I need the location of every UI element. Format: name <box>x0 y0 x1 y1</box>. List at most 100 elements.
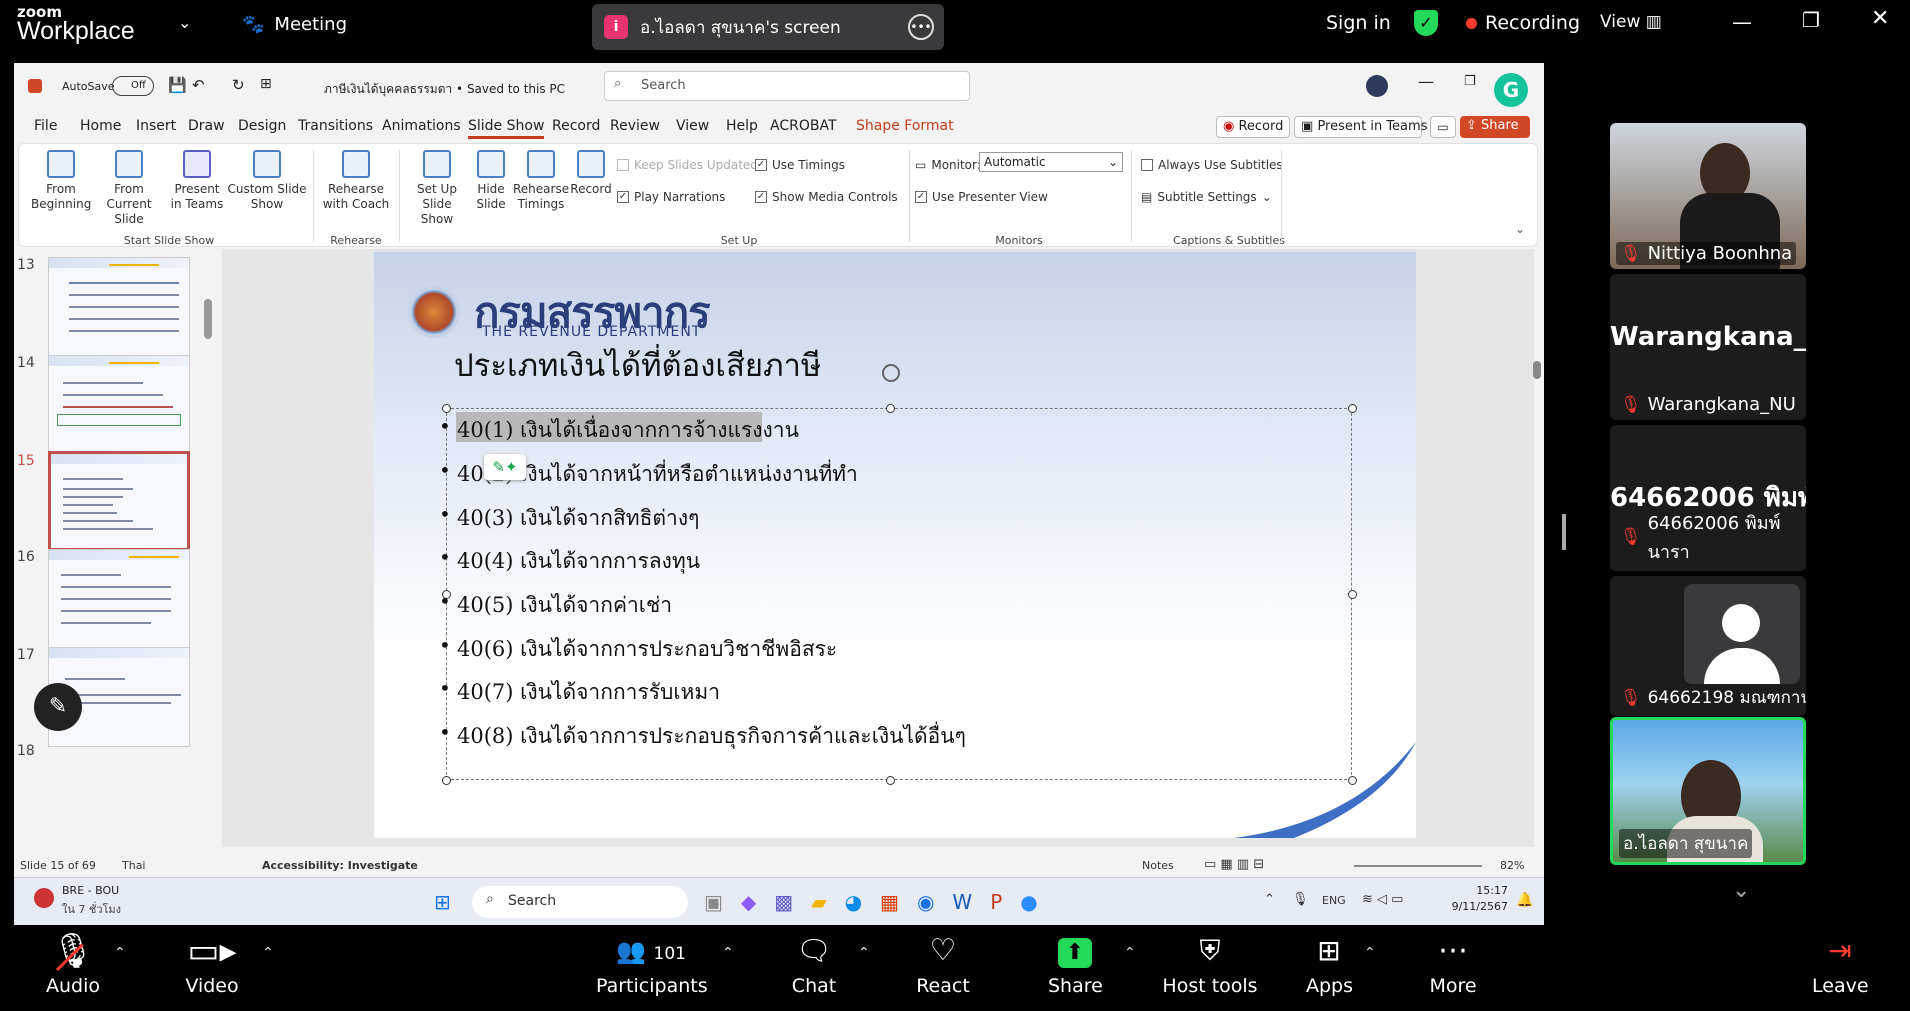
bullet-item[interactable]: 40(4) เงินได้จากการลงทุน <box>439 545 700 578</box>
tab-draw[interactable]: Draw <box>188 118 225 134</box>
video-options-caret[interactable]: ⌃ <box>262 945 274 961</box>
zoom-slider[interactable] <box>1354 865 1482 867</box>
audio-button[interactable]: 🎙 Audio <box>40 927 107 997</box>
bullet-item[interactable]: 40(7) เงินได้จากการรับเหมา <box>439 676 720 709</box>
record-ribbon-button[interactable]: Record <box>569 150 613 197</box>
restore-icon[interactable]: ❐ <box>1802 8 1820 32</box>
redo-icon[interactable]: ↻ <box>232 76 245 94</box>
task-view-icon[interactable]: ▣ <box>704 890 723 914</box>
resize-handle[interactable] <box>1348 590 1357 599</box>
active-speaker-tile[interactable]: อ.ไอลดา สุขนาค <box>1610 717 1806 865</box>
bullet-item[interactable]: 40(5) เงินได้จากค่าเช่า <box>439 589 672 622</box>
file-title[interactable]: ภาษีเงินได้บุคคลธรรมดา • Saved to this P… <box>324 80 565 99</box>
participants-button[interactable]: 👥 101 Participants <box>596 927 708 997</box>
current-slide[interactable]: กรมสรรพากร THE REVENUE DEPARTMENT ประเภท… <box>374 252 1416 838</box>
slide-title[interactable]: ประเภทเงินได้ที่ต้องเสียภาษี <box>454 340 821 390</box>
from-current-slide-button[interactable]: From Current Slide <box>91 150 167 227</box>
use-presenter-view-checkbox[interactable]: ✓ Use Presenter View <box>915 190 1048 204</box>
save-icon[interactable]: 💾 <box>168 76 187 94</box>
resize-handle[interactable] <box>1348 404 1357 413</box>
view-button[interactable]: View ▥ <box>1600 12 1662 32</box>
slide-thumbnail[interactable] <box>48 549 190 649</box>
view-normal-icon[interactable]: ▭ ▦ ▥ ⊟ <box>1204 857 1264 872</box>
tab-help[interactable]: Help <box>726 118 758 134</box>
sign-in-button[interactable]: Sign in <box>1326 12 1391 34</box>
present-in-teams-button[interactable]: ▣ Present in Teams <box>1294 116 1427 138</box>
tab-home[interactable]: Home <box>80 118 121 134</box>
custom-slide-show-button[interactable]: Custom Slide Show <box>227 150 307 212</box>
tab-review[interactable]: Review <box>610 118 660 134</box>
grammarly-icon[interactable]: G <box>1494 73 1528 107</box>
close-icon[interactable]: ✕ <box>1871 6 1889 31</box>
ppt-minimize-icon[interactable]: — <box>1418 72 1434 91</box>
notification-bell-icon[interactable]: 🔔 <box>1516 892 1533 908</box>
set-up-slide-show-button[interactable]: Set Up Slide Show <box>405 150 469 227</box>
present-icon[interactable]: ⊞ <box>260 76 272 92</box>
rehearse-with-coach-button[interactable]: Rehearse with Coach <box>319 150 393 212</box>
notes-button[interactable]: Notes <box>1142 859 1174 872</box>
apps-button[interactable]: ⊞ Apps <box>1306 927 1353 997</box>
clock-time[interactable]: 15:17 <box>1460 884 1508 897</box>
panel-resize-handle[interactable] <box>1562 514 1566 550</box>
participant-tile[interactable]: Warangkana_NU 🎙Warangkana_NU <box>1610 274 1806 420</box>
chevron-down-icon[interactable]: ⌄ <box>178 13 191 32</box>
bullet-item[interactable]: 40(8) เงินได้จากการประกอบธุรกิจการค้าและ… <box>439 720 966 753</box>
security-shield-icon[interactable]: ✓ <box>1414 10 1438 36</box>
tab-insert[interactable]: Insert <box>136 118 176 134</box>
comments-icon[interactable]: ▭ <box>1430 116 1456 138</box>
participant-tile[interactable]: 🎙 Nittiya Boonhna <box>1610 123 1806 269</box>
from-beginning-button[interactable]: From Beginning <box>31 150 91 212</box>
resize-handle[interactable] <box>442 776 451 785</box>
minimize-icon[interactable]: — <box>1732 10 1752 34</box>
tray-chevron-icon[interactable]: ⌃ <box>1264 892 1275 907</box>
ppt-record-button[interactable]: ◉ Record <box>1216 116 1290 138</box>
bullet-item[interactable]: 40(6) เงินได้จากการประกอบวิชาชีพอิสระ <box>439 633 837 666</box>
participant-tile[interactable]: 🎙64662198 มณฑกานต์ เยี่ยงวิ... <box>1610 576 1806 716</box>
wifi-volume-battery-icons[interactable]: ≋ ◁ ▭ <box>1362 892 1403 907</box>
bullet-item[interactable]: 40(1) เงินได้เนื่องจากการจ้างแรงงาน <box>439 414 799 447</box>
share-button[interactable]: ⬆ Share <box>1048 927 1103 997</box>
react-button[interactable]: ♡ React <box>912 927 974 997</box>
tab-record[interactable]: Record <box>552 118 600 134</box>
autosave-toggle[interactable]: Off <box>112 76 154 96</box>
undo-icon[interactable]: ↶ <box>192 76 205 94</box>
language-indicator[interactable]: ENG <box>1322 894 1346 907</box>
tab-view[interactable]: View <box>676 118 709 134</box>
bullet-item[interactable]: 40(3) เงินได้จากสิทธิต่างๆ <box>439 502 699 535</box>
video-button[interactable]: ▭▸ Video <box>176 927 248 997</box>
file-explorer-icon[interactable]: ▰ <box>811 890 826 914</box>
teams-app-icon[interactable]: ▩ <box>774 890 793 914</box>
microphone-tray-icon[interactable]: 🎙 <box>1292 892 1309 907</box>
store-icon[interactable]: ▦ <box>880 890 899 914</box>
slide-thumbnail-selected[interactable] <box>48 451 190 551</box>
play-narrations-checkbox[interactable]: ✓ Play Narrations <box>617 190 725 204</box>
participants-options-caret[interactable]: ⌃ <box>722 945 734 961</box>
pencil-icon[interactable]: ✎ <box>34 683 82 731</box>
accessibility-status[interactable]: Accessibility: Investigate <box>262 859 418 872</box>
more-button[interactable]: ⋯ More <box>1426 927 1480 997</box>
thumbnails-scrollbar[interactable] <box>204 299 212 339</box>
host-tools-button[interactable]: ⛨ Host tools <box>1160 927 1260 997</box>
clock-date[interactable]: 9/11/2567 <box>1438 900 1508 913</box>
tab-acrobat[interactable]: ACROBAT <box>770 118 837 134</box>
edge-icon[interactable]: ◕ <box>845 890 862 914</box>
zoom-taskbar-icon[interactable]: ● <box>1020 890 1037 914</box>
meeting-menu[interactable]: 🐾 Meeting <box>242 14 347 35</box>
keep-slides-updated-checkbox[interactable]: Keep Slides Updated <box>617 158 758 172</box>
zoom-level[interactable]: 82% <box>1500 859 1524 872</box>
show-media-controls-checkbox[interactable]: ✓ Show Media Controls <box>755 190 898 204</box>
ppt-search-box[interactable]: Search <box>604 71 970 101</box>
rehearse-timings-button[interactable]: Rehearse Timings <box>513 150 569 212</box>
more-options-icon[interactable]: ••• <box>908 14 934 40</box>
use-timings-checkbox[interactable]: ✓ Use Timings <box>755 158 845 172</box>
collapse-ribbon-icon[interactable]: ⌄ <box>1515 222 1525 236</box>
share-options-caret[interactable]: ⌃ <box>1124 945 1136 961</box>
resize-handle[interactable] <box>886 404 895 413</box>
chat-button[interactable]: 🗨 Chat <box>786 927 842 997</box>
tab-slide-show[interactable]: Slide Show <box>468 118 545 139</box>
safari-icon[interactable]: ◉ <box>917 890 934 914</box>
word-icon[interactable]: W <box>952 890 972 914</box>
share-screen-pill[interactable]: i อ.ไอลดา สุขนาค's screen ••• <box>592 4 944 50</box>
copilot-icon[interactable]: ◆ <box>741 890 756 914</box>
weather-title[interactable]: BRE - BOU <box>62 884 119 897</box>
